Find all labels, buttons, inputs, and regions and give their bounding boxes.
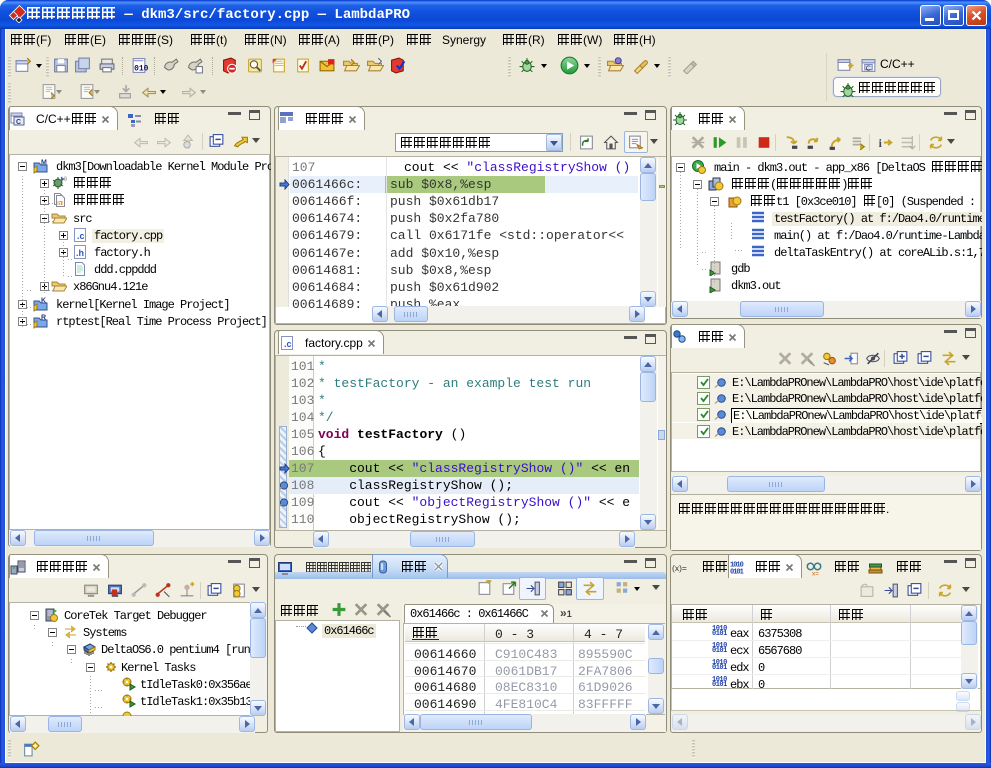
svg-text:C: C: [866, 65, 871, 72]
svg-text:010: 010: [134, 64, 148, 73]
svg-text:R: R: [41, 314, 46, 321]
svg-text:0101: 0101: [730, 569, 744, 576]
svg-text:M: M: [41, 160, 47, 167]
svg-text:.h: .h: [76, 248, 84, 258]
svg-text:K: K: [41, 297, 46, 304]
svg-text:i: i: [879, 137, 883, 150]
svg-text:(x)=: (x)=: [672, 563, 687, 573]
svg-text:.c: .c: [284, 339, 292, 349]
svg-text:.c: .c: [77, 231, 85, 241]
svg-text:x=: x=: [812, 571, 819, 577]
svg-text:C: C: [16, 119, 21, 126]
